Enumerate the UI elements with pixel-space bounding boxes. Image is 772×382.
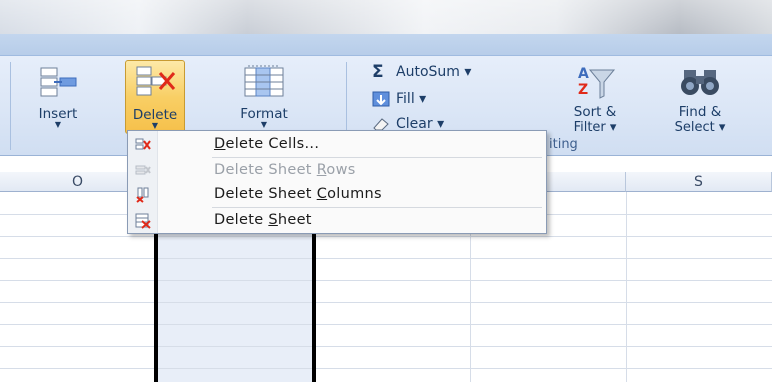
label-prefix: Delete Sheet	[214, 186, 317, 202]
chevron-down-icon: ▼	[151, 121, 159, 130]
sort-filter-icon: A Z	[578, 66, 616, 99]
fill-down-icon	[372, 91, 390, 107]
svg-text:A: A	[578, 66, 589, 82]
editing-group-label: iting	[549, 137, 578, 152]
delete-sheet-icon	[135, 213, 151, 229]
insert-button[interactable]: Insert ▼	[30, 60, 86, 134]
sort-filter-label-line2: Filter ▾	[573, 120, 617, 135]
menu-item-delete-cells[interactable]: Delete Cells...	[128, 133, 546, 157]
menu-item-delete-sheet[interactable]: Delete Sheet	[128, 209, 546, 233]
label-suffix: elete Cells...	[225, 136, 320, 152]
row-gridline	[0, 236, 772, 237]
delete-cells-icon	[136, 66, 176, 96]
column-gridline	[626, 192, 627, 382]
label-suffix: ows	[326, 162, 356, 178]
row-gridline	[0, 368, 772, 369]
delete-button[interactable]: Delete ▼	[125, 60, 185, 134]
menu-separator	[212, 157, 542, 158]
sigma-icon: Σ	[372, 62, 384, 82]
row-gridline	[0, 324, 772, 325]
group-separator	[10, 62, 11, 150]
svg-text:Z: Z	[578, 82, 588, 98]
row-gridline	[0, 346, 772, 347]
autosum-label: AutoSum ▾	[396, 64, 472, 80]
label-suffix: heet	[277, 212, 312, 228]
insert-cells-icon	[40, 67, 77, 97]
binoculars-icon	[681, 70, 719, 95]
sort-filter-label-line1: Sort &	[573, 104, 617, 120]
menu-item-delete-sheet-rows[interactable]: Delete Sheet Rows	[128, 159, 546, 183]
accelerator-key: D	[214, 136, 226, 152]
label-prefix: Delete	[214, 212, 269, 228]
menu-item-label: Delete Sheet Columns	[214, 186, 382, 202]
menu-item-label: Delete Sheet Rows	[214, 162, 356, 178]
delete-dropdown-menu: Delete Cells... Delete Sheet Rows Delete…	[127, 130, 547, 234]
delete-columns-icon	[136, 187, 149, 203]
format-button[interactable]: Format ▼	[230, 60, 298, 134]
find-select-button[interactable]: Find & Select ▾	[664, 60, 736, 135]
chevron-down-icon: ▼	[260, 120, 268, 129]
delete-rows-icon	[135, 165, 151, 175]
menu-separator	[212, 207, 542, 208]
find-select-label-line1: Find &	[678, 104, 722, 120]
row-gridline	[0, 302, 772, 303]
delete-cells-icon	[135, 138, 151, 150]
fill-label: Fill ▾	[396, 91, 427, 107]
accelerator-key: R	[316, 162, 327, 178]
autosum-button[interactable]: Σ AutoSum ▾	[372, 62, 471, 82]
label-prefix: Delete Sheet	[214, 162, 317, 178]
fill-button[interactable]: Fill ▾	[372, 89, 426, 109]
chevron-down-icon: ▼	[54, 120, 62, 129]
accelerator-key: S	[268, 212, 278, 228]
menu-item-label: Delete Sheet	[214, 212, 312, 228]
row-gridline	[0, 258, 772, 259]
row-gridline	[0, 280, 772, 281]
format-cells-icon	[244, 65, 284, 97]
menu-item-label: Delete Cells...	[214, 136, 319, 152]
sort-filter-button[interactable]: A Z Sort & Filter ▾	[564, 60, 626, 135]
accelerator-key: C	[316, 186, 328, 202]
ribbon-tab-strip	[0, 34, 772, 56]
title-bar	[0, 0, 772, 34]
label-suffix: olumns	[327, 186, 382, 202]
column-header-s[interactable]: S	[626, 172, 772, 192]
menu-item-delete-sheet-columns[interactable]: Delete Sheet Columns	[128, 183, 546, 207]
find-select-label-line2: Select ▾	[674, 120, 726, 135]
